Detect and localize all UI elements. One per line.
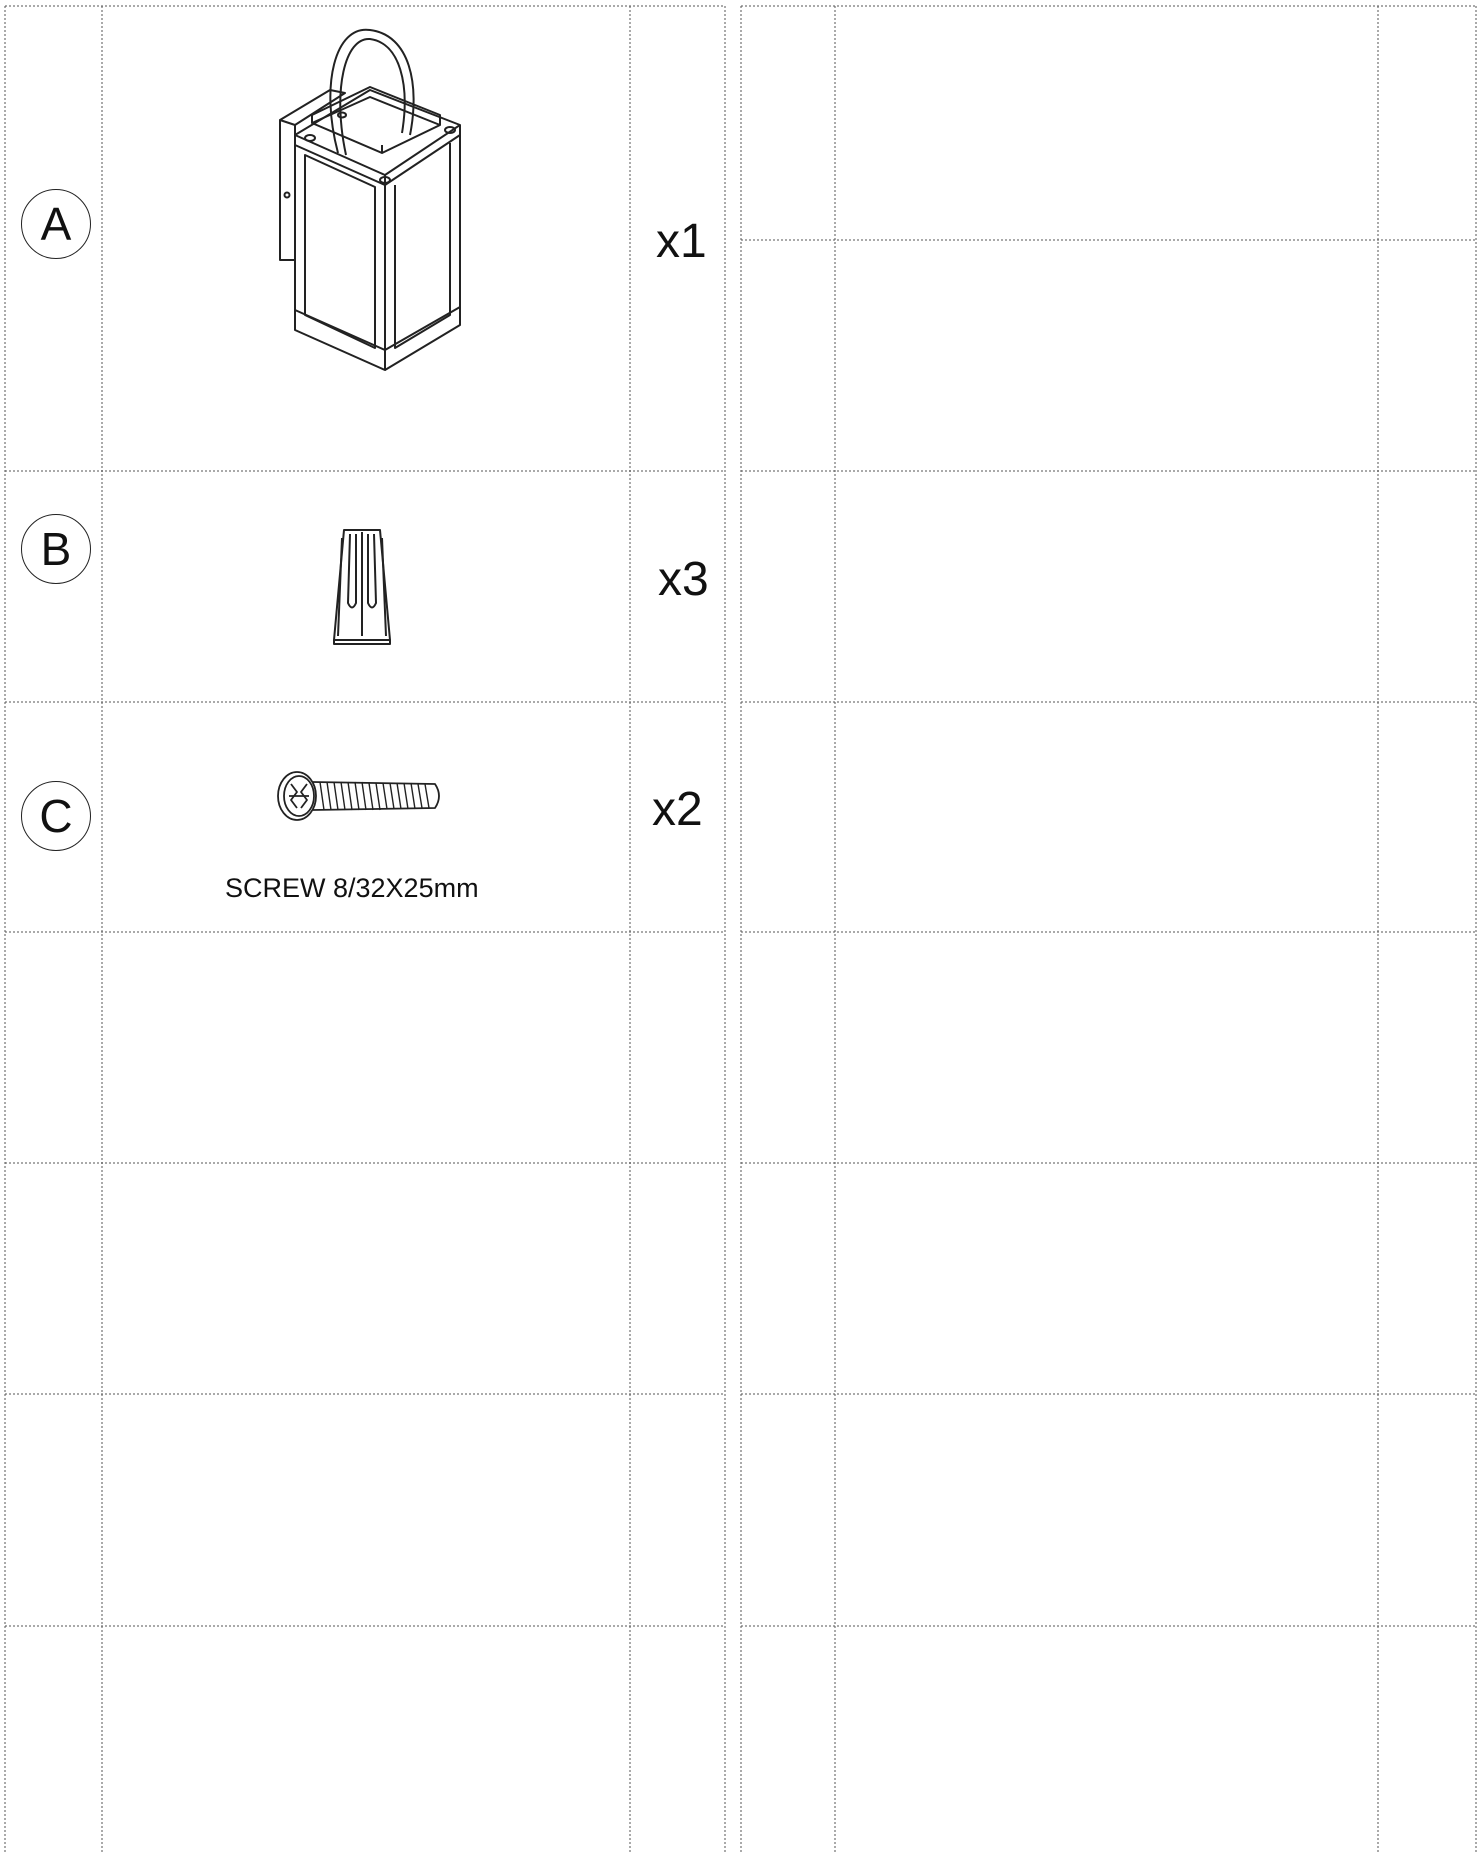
part-letter: C <box>39 790 73 842</box>
part-label-b: B <box>21 514 91 584</box>
parts-table-grid <box>4 5 1477 1852</box>
part-quantity-b: x3 <box>658 553 709 606</box>
screw-caption: SCREW 8/32X25mm <box>225 873 479 903</box>
screw-icon <box>277 771 440 821</box>
part-letter: A <box>40 198 72 250</box>
part-label-c: C <box>21 781 91 851</box>
wall-lantern-icon <box>279 28 461 371</box>
wire-nut-icon <box>333 529 391 645</box>
part-quantity-c: x2 <box>652 783 703 836</box>
part-letter: B <box>40 523 72 575</box>
part-label-a: A <box>21 189 91 259</box>
part-quantity-a: x1 <box>656 215 707 268</box>
